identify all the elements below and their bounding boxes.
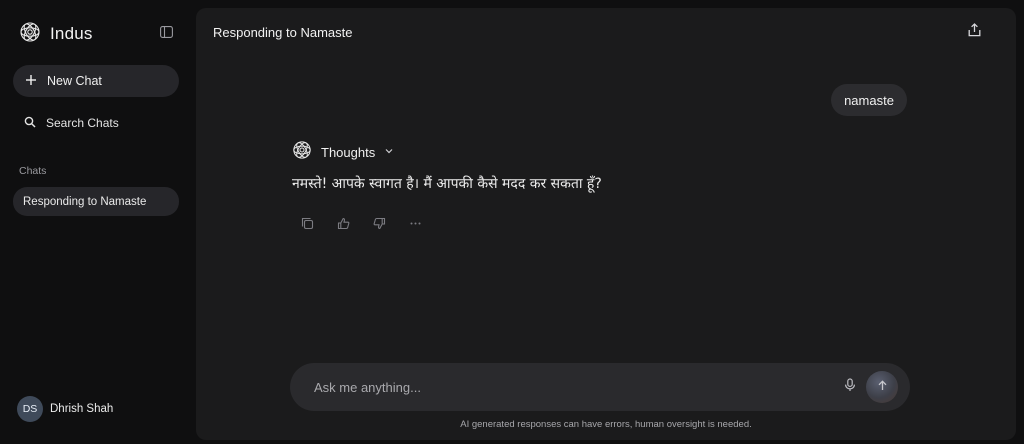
thoughts-toggle[interactable]: Thoughts [292,140,394,165]
copy-icon[interactable] [300,216,315,231]
share-icon [968,22,981,42]
message-actions [300,214,423,232]
composer [290,363,910,411]
user-message-bubble: namaste [831,84,907,116]
thoughts-label: Thoughts [321,144,376,160]
plus-icon [25,74,37,89]
thumbs-down-icon[interactable] [372,216,387,231]
share-button[interactable] [966,22,982,42]
indus-logo-icon [19,21,41,48]
chevron-down-icon [384,143,394,161]
assistant-message-text: नमस्ते! आपके स्वागत है। मैं आपकी कैसे मद… [292,176,602,192]
chat-item-label: Responding to Namaste [23,195,147,208]
microphone-icon [844,377,856,397]
chat-input[interactable] [314,377,814,397]
microphone-button[interactable] [841,377,859,397]
user-message-text: namaste [844,92,894,108]
arrow-up-icon [877,378,888,396]
user-profile[interactable]: DS Dhrish Shah [17,396,113,422]
more-icon[interactable] [408,216,423,231]
indus-logo-icon [292,140,312,165]
search-chats-label: Search Chats [46,116,119,130]
search-icon [24,116,36,131]
chat-panel: Responding to Namaste namaste Thoughts न… [196,8,1016,440]
chat-item-responding-to-namaste[interactable]: Responding to Namaste [13,187,179,216]
sidebar-toggle-icon [159,25,173,43]
send-button[interactable] [866,371,898,403]
brand-name: Indus [50,24,93,43]
sidebar: Indus New Chat Search Chats Chats Respon… [0,0,192,444]
app-window: Indus New Chat Search Chats Chats Respon… [0,0,1024,444]
chats-heading: Chats [19,165,47,177]
search-chats-button[interactable]: Search Chats [13,108,179,138]
brand[interactable]: Indus [19,21,93,48]
thumbs-up-icon[interactable] [336,216,351,231]
sidebar-toggle-button[interactable] [158,26,174,42]
disclaimer-text: AI generated responses can have errors, … [460,419,752,430]
new-chat-button[interactable]: New Chat [13,65,179,97]
user-name: Dhrish Shah [50,403,114,415]
avatar: DS [17,396,43,422]
page-title: Responding to Namaste [213,25,353,40]
new-chat-label: New Chat [47,74,102,88]
